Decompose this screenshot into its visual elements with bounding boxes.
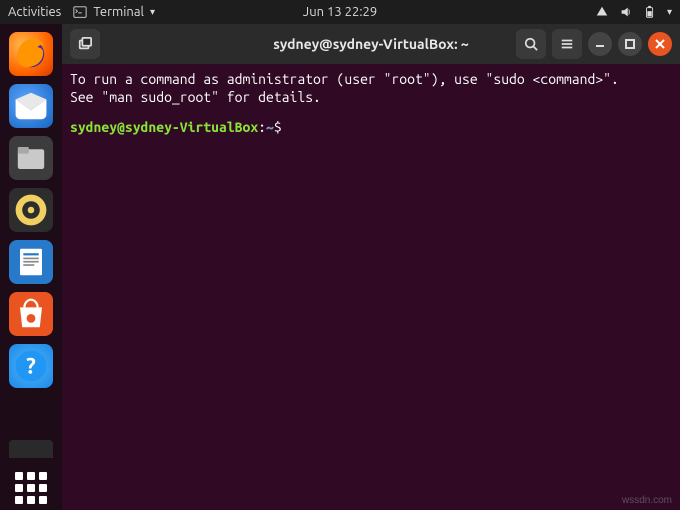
prompt-symbol: $ xyxy=(274,119,282,135)
apps-grid-icon xyxy=(15,472,47,504)
dock-files[interactable] xyxy=(9,136,53,180)
dock-firefox[interactable] xyxy=(9,32,53,76)
svg-text:?: ? xyxy=(26,354,36,379)
hamburger-icon xyxy=(560,37,574,51)
thunderbird-icon xyxy=(9,84,53,128)
close-icon xyxy=(655,39,665,49)
dock-help[interactable]: ? xyxy=(9,344,53,388)
files-icon xyxy=(9,136,53,180)
writer-icon xyxy=(9,240,53,284)
dock-show-apps[interactable] xyxy=(9,466,53,510)
battery-icon xyxy=(643,5,657,19)
help-icon: ? xyxy=(9,344,53,388)
terminal-window: sydney@sydney-VirtualBox: ~ To run a com… xyxy=(62,24,680,510)
search-icon xyxy=(524,37,538,51)
dock-software[interactable] xyxy=(9,292,53,336)
menu-button[interactable] xyxy=(552,29,582,59)
maximize-icon xyxy=(625,39,635,49)
titlebar: sydney@sydney-VirtualBox: ~ xyxy=(62,24,680,64)
chevron-down-icon: ▾ xyxy=(667,6,672,18)
dock-rhythmbox[interactable] xyxy=(9,188,53,232)
chevron-down-icon: ▾ xyxy=(150,6,155,18)
firefox-icon xyxy=(9,32,53,76)
prompt-path: ~ xyxy=(266,119,274,135)
terminal-icon xyxy=(73,5,87,19)
speaker-icon xyxy=(9,188,53,232)
dock: ? xyxy=(0,24,62,510)
app-menu[interactable]: Terminal ▾ xyxy=(73,5,155,19)
terminal-output: To run a command as administrator (user … xyxy=(70,70,672,106)
activities-button[interactable]: Activities xyxy=(8,5,61,19)
gnome-topbar: Activities Terminal ▾ Jun 13 22:29 ▾ xyxy=(0,0,680,24)
terminal-body[interactable]: To run a command as administrator (user … xyxy=(62,64,680,510)
terminal-prompt: sydney@sydney-VirtualBox:~$ xyxy=(70,118,672,136)
minimize-button[interactable] xyxy=(588,32,612,56)
search-button[interactable] xyxy=(516,29,546,59)
maximize-button[interactable] xyxy=(618,32,642,56)
prompt-colon: : xyxy=(258,119,266,135)
dock-trash[interactable] xyxy=(9,440,53,458)
new-tab-button[interactable] xyxy=(70,29,100,59)
new-tab-icon xyxy=(78,37,92,51)
app-menu-label: Terminal xyxy=(93,5,144,19)
prompt-user: sydney@sydney-VirtualBox xyxy=(70,119,258,135)
dock-thunderbird[interactable] xyxy=(9,84,53,128)
watermark: wssdn.com xyxy=(622,495,672,506)
network-icon xyxy=(595,5,609,19)
system-tray[interactable]: ▾ xyxy=(595,5,672,19)
close-button[interactable] xyxy=(648,32,672,56)
dock-writer[interactable] xyxy=(9,240,53,284)
shopping-bag-icon xyxy=(9,292,53,336)
clock[interactable]: Jun 13 22:29 xyxy=(303,5,377,19)
window-title: sydney@sydney-VirtualBox: ~ xyxy=(273,36,469,52)
minimize-icon xyxy=(595,39,605,49)
volume-icon xyxy=(619,5,633,19)
